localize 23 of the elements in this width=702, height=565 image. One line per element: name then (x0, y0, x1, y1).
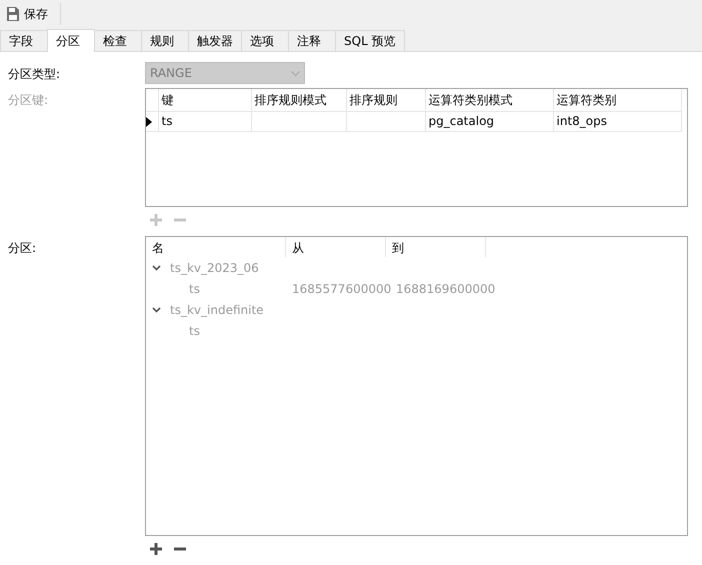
column-header: 排序规则 (346, 89, 425, 111)
column-header: 运算符类别 (553, 89, 681, 111)
column-header: 名 (146, 237, 286, 257)
save-button[interactable]: 保存 (4, 3, 50, 25)
plus-icon (150, 543, 162, 555)
tab[interactable]: SQL 预览 (335, 30, 405, 51)
tab[interactable]: 分区 (47, 29, 95, 52)
tab[interactable]: 字段 (0, 30, 48, 51)
chevron-down-icon (291, 70, 300, 76)
plus-icon (150, 214, 162, 226)
table-cell: 1688169600000 (396, 282, 496, 296)
field-label: 分区: (8, 240, 38, 257)
column-header: 从 (286, 237, 386, 257)
table-cell: int8_ops (553, 111, 681, 131)
table-cell: ts (158, 111, 251, 131)
field-label: 分区类型: (8, 66, 62, 83)
field-label: 分区键: (8, 92, 50, 109)
column-header: 到 (386, 237, 486, 257)
table-cell: 1685577600000 (292, 282, 392, 296)
column-header: 排序规则模式 (251, 89, 346, 111)
table-cell: pg_catalog (425, 111, 553, 131)
column-header: 键 (158, 89, 251, 111)
column-header: 运算符类别模式 (425, 89, 553, 111)
